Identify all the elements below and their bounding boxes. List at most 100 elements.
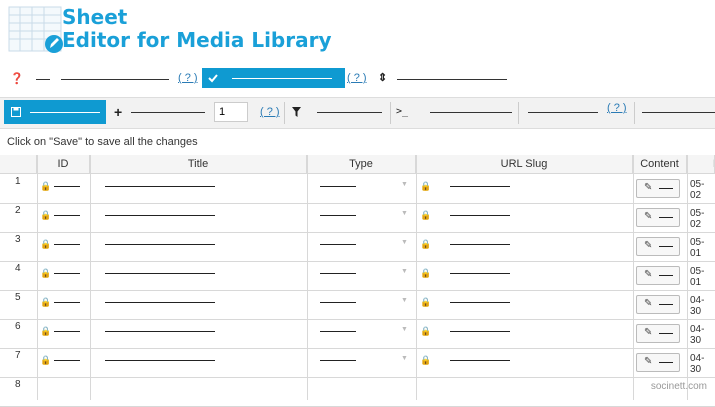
row-number: 5 <box>15 292 21 303</box>
url-slug-cell[interactable] <box>450 215 510 216</box>
toolbar-divider <box>390 102 391 124</box>
edit-content-button[interactable]: ✎ <box>636 208 680 227</box>
url-slug-cell[interactable] <box>450 186 510 187</box>
lock-icon: 🔒 <box>420 268 432 278</box>
id-cell[interactable] <box>54 302 80 303</box>
terminal-icon[interactable]: >_ <box>396 106 408 117</box>
url-slug-cell[interactable] <box>450 244 510 245</box>
help-link[interactable]: ( ? ) <box>607 102 627 114</box>
type-cell[interactable] <box>320 186 356 187</box>
edit-content-button[interactable]: ✎ <box>636 179 680 198</box>
help-link[interactable]: ( ? ) <box>347 72 367 84</box>
option-label <box>642 112 715 113</box>
url-slug-cell[interactable] <box>450 302 510 303</box>
edit-label <box>659 362 673 363</box>
column-divider <box>633 155 634 400</box>
date-cell[interactable]: 04-30 <box>690 295 715 317</box>
selected-option-button[interactable] <box>202 68 345 88</box>
chevron-down-icon[interactable]: ▼ <box>401 181 408 188</box>
help-link[interactable]: ( ? ) <box>260 106 280 118</box>
column-header-content[interactable]: Content <box>633 155 687 174</box>
row-number: 8 <box>15 379 21 390</box>
id-cell[interactable] <box>54 244 80 245</box>
filter-icon[interactable] <box>292 107 301 117</box>
id-cell[interactable] <box>54 215 80 216</box>
chevron-down-icon[interactable]: ▼ <box>401 210 408 217</box>
edit-label <box>659 188 673 189</box>
rows-count-input[interactable] <box>214 102 248 122</box>
column-header-title[interactable]: Title <box>90 155 307 174</box>
chevron-down-icon[interactable]: ▼ <box>401 268 408 275</box>
row-divider <box>0 261 715 262</box>
url-slug-cell[interactable] <box>450 331 510 332</box>
date-cell[interactable]: 05-01 <box>690 266 715 288</box>
help-link[interactable]: ( ? ) <box>178 72 198 84</box>
type-cell[interactable] <box>320 360 356 361</box>
edit-content-button[interactable]: ✎ <box>636 324 680 343</box>
question-circle-icon[interactable]: ❓ <box>10 72 24 85</box>
edit-content-button[interactable]: ✎ <box>636 237 680 256</box>
column-divider <box>90 155 91 400</box>
filter-label <box>317 112 382 113</box>
chevron-down-icon[interactable]: ▼ <box>401 239 408 246</box>
save-hint: Click on "Save" to save all the changes <box>7 136 198 148</box>
column-header-type[interactable]: Type <box>307 155 416 174</box>
title-cell[interactable] <box>105 186 215 187</box>
app-title-line2: Editor for Media Library <box>62 28 332 52</box>
lock-icon: 🔒 <box>40 326 52 336</box>
spreadsheet-logo-icon <box>8 6 63 53</box>
row-number: 2 <box>15 205 21 216</box>
edit-content-button[interactable]: ✎ <box>636 353 680 372</box>
title-cell[interactable] <box>105 302 215 303</box>
type-cell[interactable] <box>320 273 356 274</box>
type-cell[interactable] <box>320 331 356 332</box>
edit-content-button[interactable]: ✎ <box>636 266 680 285</box>
sort-arrows-icon[interactable]: ⇕ <box>378 71 387 84</box>
id-cell[interactable] <box>54 186 80 187</box>
row-number: 7 <box>15 350 21 361</box>
date-cell[interactable]: 05-01 <box>690 237 715 259</box>
url-slug-cell[interactable] <box>450 360 510 361</box>
date-cell[interactable]: 04-30 <box>690 324 715 346</box>
edit-label <box>659 333 673 334</box>
id-cell[interactable] <box>54 331 80 332</box>
toolbar-divider <box>284 102 285 124</box>
row-divider <box>0 203 715 204</box>
column-divider <box>307 155 308 400</box>
chevron-down-icon[interactable]: ▼ <box>401 355 408 362</box>
edit-icon: ✎ <box>644 269 653 280</box>
id-cell[interactable] <box>54 360 80 361</box>
title-cell[interactable] <box>105 244 215 245</box>
lock-icon: 🔒 <box>420 326 432 336</box>
column-divider <box>37 155 38 400</box>
toolbar-divider <box>518 102 519 124</box>
type-cell[interactable] <box>320 302 356 303</box>
edit-content-button[interactable]: ✎ <box>636 295 680 314</box>
date-cell[interactable]: 04-30 <box>690 353 715 375</box>
title-cell[interactable] <box>105 273 215 274</box>
row-divider <box>0 377 715 378</box>
type-cell[interactable] <box>320 215 356 216</box>
title-cell[interactable] <box>105 331 215 332</box>
column-header-id[interactable]: ID <box>37 155 90 174</box>
save-button[interactable] <box>4 100 106 124</box>
type-cell[interactable] <box>320 244 356 245</box>
row-divider <box>0 290 715 291</box>
chevron-down-icon[interactable]: ▼ <box>401 326 408 333</box>
column-header-date[interactable]: D <box>687 155 715 174</box>
lock-icon: 🔒 <box>40 239 52 249</box>
column-divider <box>416 155 417 400</box>
edit-icon: ✎ <box>644 327 653 338</box>
date-cell[interactable]: 05-02 <box>690 208 715 230</box>
url-slug-cell[interactable] <box>450 273 510 274</box>
title-cell[interactable] <box>105 360 215 361</box>
column-header-url-slug[interactable]: URL Slug <box>416 155 633 174</box>
lock-icon: 🔒 <box>40 268 52 278</box>
id-cell[interactable] <box>54 273 80 274</box>
edit-icon: ✎ <box>644 298 653 309</box>
chevron-down-icon[interactable]: ▼ <box>401 297 408 304</box>
title-cell[interactable] <box>105 215 215 216</box>
plus-icon[interactable]: + <box>114 104 122 120</box>
edit-icon: ✎ <box>644 182 653 193</box>
date-cell[interactable]: 05-02 <box>690 179 715 201</box>
